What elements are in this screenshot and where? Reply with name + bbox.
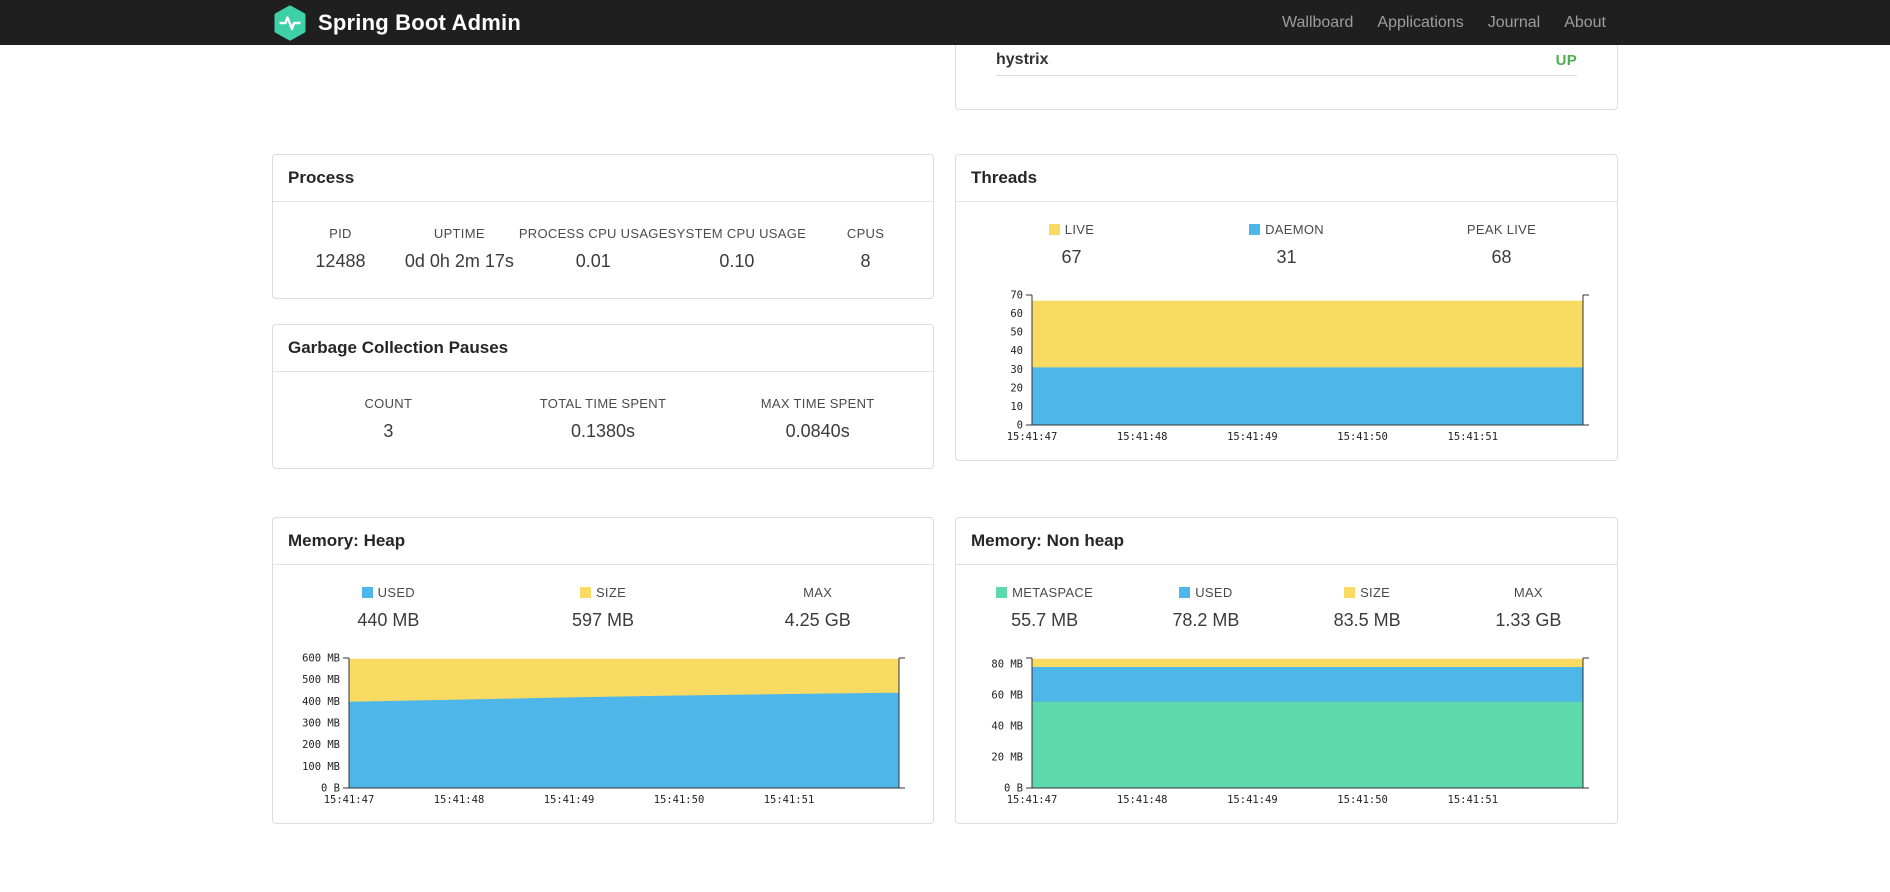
daemon-swatch-icon: [1249, 224, 1261, 235]
nonheap-used-swatch-icon: [1179, 587, 1191, 598]
top-navbar: Spring Boot Admin Wallboard Applications…: [0, 0, 1890, 45]
svg-text:15:41:49: 15:41:49: [544, 794, 595, 806]
metric-process-cpu-usage: PROCESS CPU USAGE 0.01: [518, 226, 668, 271]
legend-metaspace: METASPACE 55.7 MB: [964, 585, 1125, 631]
metric-uptime: UPTIME 0d 0h 2m 17s: [404, 226, 514, 271]
legend-nonheap-size: SIZE 83.5 MB: [1333, 585, 1401, 630]
svg-text:15:41:48: 15:41:48: [434, 794, 485, 806]
threads-legend: LIVE 67 DAEMON 31 PEAK LIVE 68: [956, 202, 1617, 284]
nav-about[interactable]: About: [1552, 14, 1618, 32]
svg-text:20: 20: [1010, 382, 1023, 394]
svg-text:15:41:47: 15:41:47: [1007, 794, 1058, 806]
nonheap-size-swatch-icon: [1344, 587, 1356, 598]
heap-legend: USED 440 MB SIZE 597 MB MAX 4.25 GB: [273, 565, 933, 647]
svg-text:60 MB: 60 MB: [991, 690, 1023, 702]
svg-text:15:41:50: 15:41:50: [654, 794, 705, 806]
svg-text:40 MB: 40 MB: [991, 721, 1023, 733]
svg-text:15:41:51: 15:41:51: [764, 794, 815, 806]
svg-text:400 MB: 400 MB: [302, 696, 340, 708]
svg-text:15:41:48: 15:41:48: [1117, 794, 1168, 806]
nonheap-legend: METASPACE 55.7 MB USED 78.2 MB SIZE 83.5…: [956, 565, 1617, 647]
threads-panel: Threads LIVE 67 DAEMON 31 PEAK LIVE 68 0…: [955, 154, 1618, 461]
gc-panel-title: Garbage Collection Pauses: [273, 325, 933, 372]
nav-applications[interactable]: Applications: [1365, 14, 1475, 32]
metric-gc-max-time: MAX TIME SPENT 0.0840s: [760, 396, 875, 441]
threads-panel-title: Threads: [956, 155, 1617, 202]
svg-text:50: 50: [1010, 327, 1023, 339]
gc-metrics: COUNT 3 TOTAL TIME SPENT 0.1380s MAX TIM…: [273, 372, 933, 468]
svg-text:0 B: 0 B: [321, 783, 340, 795]
svg-text:15:41:49: 15:41:49: [1227, 431, 1278, 443]
legend-heap-used: USED 440 MB: [357, 585, 420, 630]
memory-nonheap-title: Memory: Non heap: [956, 518, 1617, 565]
legend-heap-size: SIZE 597 MB: [571, 585, 635, 630]
svg-text:70: 70: [1010, 290, 1023, 302]
process-panel: Process PID 12488 UPTIME 0d 0h 2m 17s PR…: [272, 154, 934, 299]
svg-text:15:41:47: 15:41:47: [1007, 431, 1058, 443]
spring-boot-admin-logo-icon: [272, 5, 308, 41]
memory-heap-title: Memory: Heap: [273, 518, 933, 565]
metric-system-cpu-usage: SYSTEM CPU USAGE 0.10: [667, 226, 807, 271]
svg-text:0 B: 0 B: [1004, 783, 1023, 795]
metric-pid: PID 12488: [315, 226, 366, 271]
memory-heap-chart: 0 B 100 MB 200 MB 300 MB 400 MB 500 MB 600 MB 1…: [293, 651, 913, 809]
nav-wallboard[interactable]: Wallboard: [1270, 14, 1365, 32]
metric-cpus: CPUS 8: [846, 226, 885, 271]
svg-text:500 MB: 500 MB: [302, 674, 340, 686]
svg-text:600 MB: 600 MB: [302, 653, 340, 665]
brand-link[interactable]: Spring Boot Admin: [272, 5, 521, 41]
live-swatch-icon: [1048, 224, 1060, 235]
svg-text:100 MB: 100 MB: [302, 761, 340, 773]
process-panel-title: Process: [273, 155, 933, 202]
svg-text:60: 60: [1010, 308, 1023, 320]
brand-title: Spring Boot Admin: [318, 9, 522, 35]
svg-text:0: 0: [1017, 420, 1023, 432]
legend-nonheap-max: MAX 1.33 GB: [1495, 585, 1562, 630]
heap-size-swatch-icon: [579, 587, 591, 598]
legend-daemon: DAEMON 31: [1179, 222, 1394, 268]
svg-text:15:41:51: 15:41:51: [1448, 794, 1499, 806]
legend-live: LIVE 67: [964, 222, 1179, 268]
svg-text:15:41:50: 15:41:50: [1337, 431, 1388, 443]
service-status-row: hystrix UP: [996, 45, 1577, 76]
svg-text:20 MB: 20 MB: [991, 752, 1023, 764]
svg-text:15:41:49: 15:41:49: [1227, 794, 1278, 806]
nav-journal[interactable]: Journal: [1476, 14, 1552, 32]
memory-nonheap-panel: Memory: Non heap METASPACE 55.7 MB USED …: [955, 517, 1618, 824]
memory-nonheap-chart: 0 B 20 MB 40 MB 60 MB 80 MB 15:41:47 15:41:48 1…: [976, 651, 1597, 809]
metaspace-swatch-icon: [996, 587, 1008, 598]
heap-used-swatch-icon: [361, 587, 373, 598]
svg-text:300 MB: 300 MB: [302, 718, 340, 730]
memory-heap-panel: Memory: Heap USED 440 MB SIZE 597 MB MAX…: [272, 517, 934, 824]
nav-links: Wallboard Applications Journal About: [1270, 14, 1618, 32]
legend-nonheap-used: USED 78.2 MB: [1172, 585, 1240, 630]
gc-panel: Garbage Collection Pauses COUNT 3 TOTAL …: [272, 324, 934, 469]
metric-gc-total-time: TOTAL TIME SPENT 0.1380s: [539, 396, 667, 441]
application-status-panel: hystrix UP: [955, 45, 1618, 110]
svg-text:40: 40: [1010, 345, 1023, 357]
process-metrics: PID 12488 UPTIME 0d 0h 2m 17s PROCESS CP…: [273, 202, 933, 298]
svg-text:15:41:47: 15:41:47: [324, 794, 375, 806]
page-content: hystrix UP Process PID 12488 UPTIME 0d 0…: [272, 45, 1618, 824]
legend-peak-live: PEAK LIVE 68: [1466, 222, 1537, 267]
svg-text:15:41:51: 15:41:51: [1448, 431, 1499, 443]
svg-text:15:41:48: 15:41:48: [1117, 431, 1168, 443]
status-badge: UP: [1555, 51, 1577, 69]
threads-chart: 0 10 20 30 40 50 60 70 15:41:47 15:41:48 15:41:49 1…: [976, 288, 1597, 446]
svg-text:15:41:50: 15:41:50: [1337, 794, 1388, 806]
legend-heap-max: MAX 4.25 GB: [784, 585, 851, 630]
svg-text:10: 10: [1010, 401, 1023, 413]
svg-text:30: 30: [1010, 364, 1023, 376]
metric-gc-count: COUNT 3: [364, 396, 413, 441]
svg-text:200 MB: 200 MB: [302, 739, 340, 751]
service-name: hystrix: [996, 51, 1049, 68]
svg-text:80 MB: 80 MB: [991, 659, 1023, 671]
